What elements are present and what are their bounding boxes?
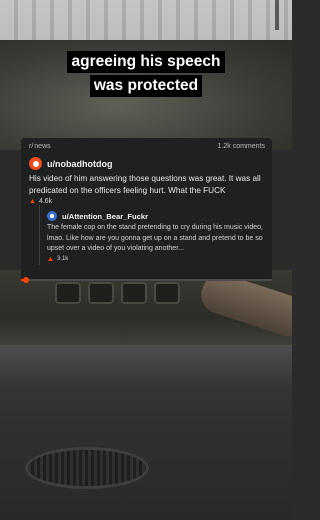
tank-track-link	[154, 282, 180, 304]
top-comment: u/nobadhotdog His video of him answering…	[21, 152, 272, 265]
card-header: r/ news 1.2k comments	[21, 138, 272, 152]
street-lamp	[275, 0, 279, 30]
reply-comment: u/Attention_Bear_Fuckr The female cop on…	[39, 205, 264, 265]
tank-track-link	[121, 282, 147, 304]
comment-count[interactable]: 1.2k comments	[218, 143, 265, 150]
reply-score: ▲ 3.1k	[47, 256, 264, 263]
reply-body: The female cop on the stand pretending t…	[47, 224, 263, 252]
video-progress-bar[interactable]	[21, 277, 272, 283]
video-caption: agreeing his speech was protected	[0, 50, 292, 98]
reddit-comment-card: r/ news 1.2k comments u/nobadhotdog His …	[21, 138, 272, 281]
thread-line	[39, 205, 40, 265]
score-value: 4.6k	[38, 198, 53, 205]
subreddit-source[interactable]: r/ news	[29, 143, 51, 150]
tank-track-link	[88, 282, 114, 304]
reddit-avatar-icon[interactable]	[47, 211, 57, 221]
caption-line-2: was protected	[89, 75, 203, 97]
comment-username[interactable]: u/nobadhotdog	[47, 159, 112, 169]
tank-track-link	[55, 282, 81, 304]
comment-body: His video of him answering those questio…	[29, 174, 261, 195]
comment-score: ▲ 4.6k	[29, 198, 264, 205]
reddit-icon: r/	[29, 143, 34, 150]
reply-score-value: 3.1k	[56, 256, 69, 262]
upvote-arrow-icon[interactable]: ▲	[29, 198, 36, 205]
caption-line-1: agreeing his speech	[67, 51, 225, 73]
street-highlight	[0, 345, 292, 385]
reddit-avatar-icon[interactable]	[29, 157, 42, 170]
reply-username[interactable]: u/Attention_Bear_Fuckr	[62, 212, 148, 221]
upvote-arrow-icon[interactable]: ▲	[47, 256, 54, 263]
manhole-cover	[28, 450, 146, 486]
progress-knob[interactable]	[23, 277, 30, 283]
subreddit-name: news	[34, 143, 51, 150]
